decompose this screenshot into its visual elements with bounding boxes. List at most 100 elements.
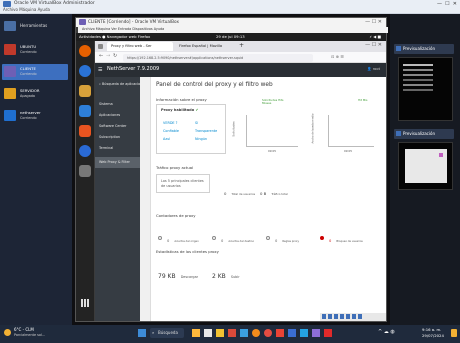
windows-taskbar: 6°C - CLM Parcialmente sol... ⌕ Búsqueda… [0,325,460,343]
proxy-info-card: Proxy habilitado ✔ VERDE ? Sí Confiable … [156,104,226,154]
counter-ring [212,235,216,240]
system-tray-icons[interactable]: ^ ☁ ◍ [378,329,395,335]
chrome-icon[interactable] [264,329,272,337]
counter-ring [158,235,162,240]
menu-icon[interactable]: ☰ [98,67,102,73]
tab-list-icon[interactable] [98,44,103,49]
start-button[interactable] [138,329,146,337]
tools-item[interactable]: Herramientas [2,20,68,32]
stat-value: 0 B [260,191,267,196]
browser-window-controls[interactable]: — ☐ ✕ [365,42,382,48]
sidebar-search[interactable]: ⌕ Búsqueda de aplicaciones [95,79,146,91]
drive-icon[interactable] [79,165,91,177]
host-menu-bar[interactable]: Archivo Máquina Ayuda [3,7,50,12]
clock-date[interactable]: 29/07/2024 [422,333,444,338]
user-menu[interactable]: 👤 root [367,67,380,71]
taskbar-app-icon[interactable] [252,329,260,337]
activities-button[interactable]: Actividades ● Navegador web Firefox [79,34,150,39]
top-clients-card: Los 5 principales clientes de usuarios [156,174,210,193]
back-button[interactable]: ← [99,53,103,59]
sidebar-item-subscription[interactable]: Subscription [95,132,140,143]
vm-window-controls[interactable]: — ☐ ✕ [365,19,382,25]
writer-icon[interactable] [79,105,91,117]
url-bar[interactable]: https://192.168.2.5:9090/nethserver#/app… [123,54,313,62]
stat-value: 0 [224,191,227,196]
weather-icon[interactable] [4,329,11,336]
zone-value: Transparente [195,129,218,133]
gnome-clock[interactable]: 29 de jul 09:13 [216,34,245,39]
taskbar-app-icon[interactable] [276,329,284,337]
host-window-controls[interactable]: — ☐ ✕ [437,1,457,7]
software-icon[interactable] [79,125,91,137]
user-name: root [372,67,380,71]
vm-item-cliente[interactable]: CLIENTE Corriendo [2,64,68,80]
firefox-window: Proxy y filtro web - Ser Firefox Español… [95,41,386,321]
files-icon[interactable] [79,85,91,97]
taskbar-app-icon[interactable] [192,329,200,337]
tools-label: Herramientas [20,23,48,28]
sidebar-item-aplicaciones[interactable]: Aplicaciones [95,110,140,121]
preview-label: Previsualización [403,46,435,51]
requests-chart: Solicitudes Hits Misses Solicitudes 09:0… [232,98,307,157]
vm-item-servidor[interactable]: SERVIDOR Apagada [2,86,68,102]
download-label: Descargar [180,275,199,279]
virtualbox-taskbar-icon[interactable] [288,329,296,337]
clock-time[interactable]: 9:16 a. m. [422,327,441,332]
taskbar-app-icon[interactable] [228,329,236,337]
vm-item-ubuntu[interactable]: UBUNTU Corriendo [2,42,68,58]
vm-window: CLIENTE [Corriendo] - Oracle VM VirtualB… [75,17,388,322]
zone-value: Ningún [195,137,208,141]
zone-name: Azul [163,137,171,141]
proxy-info-title: Información sobre el proxy [156,97,207,102]
taskbar-app-icon[interactable] [312,329,320,337]
nethserver-main: Panel de control del proxy y el filtro w… [140,77,386,321]
search-box[interactable]: ⌕ Búsqueda [150,328,184,338]
edge-icon[interactable] [240,329,248,337]
counter-ring [266,235,270,240]
notification-icon[interactable] [451,329,457,337]
firefox-icon[interactable] [79,45,91,57]
tab-proxy[interactable]: Proxy y filtro web - Ser [107,42,173,51]
tab-firefox[interactable]: Firefox Español | Mozilla [175,42,235,51]
weather-temp[interactable]: 6°C - CLM [14,327,34,332]
toolbar-icons[interactable]: ⊡ ⊕ ☰ [331,54,344,59]
sidebar-item-software-center[interactable]: Software Center [95,121,140,132]
taskbar-app-icon[interactable] [324,329,332,337]
thunderbird-icon[interactable] [79,65,91,77]
vm-device-icons[interactable] [322,314,362,319]
vm-name: nethserver [20,110,41,115]
chart-legend: Hit Mis [358,98,368,102]
reload-button[interactable]: ↻ [113,53,117,59]
search-label: Búsqueda [158,330,178,335]
taskbar-app-icon[interactable] [204,329,212,337]
help-icon[interactable] [79,145,91,157]
nethserver-brand: NethServer 7.9.2009 [107,66,160,72]
nethserver-header: ☰ NethServer 7.9.2009 👤 root [95,63,386,77]
zone-name: VERDE ? [163,121,178,125]
sidebar-item-web-proxy[interactable]: Web Proxy & Filter [95,157,140,168]
download-value: 79 KB [158,273,176,280]
gnome-dock [76,41,94,321]
upload-label: Subir [230,275,240,279]
bandwidth-chart: Hit Mis Ancho de banda medio 09:05 [310,98,382,157]
gnome-status-icons[interactable]: ⚡ ◀ ■ [369,34,381,39]
vm-state: Corriendo [20,116,37,120]
taskbar-app-icon[interactable] [300,329,308,337]
vm-state: Corriendo [20,50,37,54]
forward-button[interactable]: → [106,53,110,59]
app-grid-icon[interactable] [81,299,89,307]
new-tab-button[interactable]: + [239,42,244,49]
traffic-title: Tráfico proxy actual [156,165,194,170]
sidebar-item-sistema[interactable]: Sistema [95,99,140,110]
chart-x-tick: 09:05 [344,149,353,153]
stat-label: Tráfico total [271,192,288,196]
counter-value: 0 [221,239,224,243]
vm-manager-sidebar [0,14,72,325]
vm-thumbnail [4,88,16,99]
counter-rules: 0 Reglas proxy [266,227,299,246]
counter-label: Reglas proxy [282,240,300,243]
host-title-bar: Oracle VM VirtualBox Administrador Archi… [0,0,460,14]
vm-item-nethserver[interactable]: nethserver Corriendo [2,108,68,124]
sidebar-item-terminal[interactable]: Terminal [95,143,140,154]
file-explorer-icon[interactable] [216,329,224,337]
